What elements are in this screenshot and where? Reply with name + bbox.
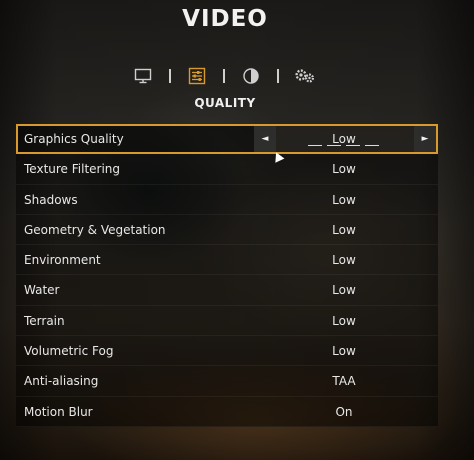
setting-label: Volumetric Fog (24, 344, 114, 359)
chevron-right-icon: ► (421, 134, 429, 145)
setting-value: Low (332, 162, 356, 177)
tab-quality[interactable] (186, 65, 208, 87)
monitor-icon (134, 68, 152, 84)
setting-row-water[interactable]: Water Low (16, 275, 438, 306)
setting-label: Anti-aliasing (24, 374, 99, 389)
setting-value: Low (332, 222, 356, 237)
setting-value: On (335, 404, 353, 419)
previous-option-button[interactable]: ◄ (254, 126, 276, 153)
setting-row-graphics-quality[interactable]: Graphics Quality ◄ Low ► (16, 124, 438, 155)
section-title: QUALITY (194, 96, 256, 110)
setting-value: Low (332, 253, 356, 268)
tab-display-adjustments[interactable] (240, 65, 262, 87)
setting-label: Motion Blur (24, 404, 93, 419)
setting-row-shadows[interactable]: Shadows Low (16, 184, 438, 215)
quality-sliders-icon (188, 67, 206, 85)
setting-label: Geometry & Vegetation (24, 222, 166, 237)
tab-divider (169, 69, 171, 83)
tab-display[interactable] (132, 65, 154, 87)
setting-label: Shadows (24, 192, 78, 207)
setting-row-texture-filtering[interactable]: Texture Filtering Low (16, 154, 438, 185)
tab-advanced[interactable] (294, 65, 316, 87)
setting-label: Water (24, 283, 60, 298)
tab-divider (277, 69, 279, 83)
gears-icon (295, 69, 315, 83)
setting-row-terrain[interactable]: Terrain Low (16, 305, 438, 337)
setting-row-geometry-vegetation[interactable]: Geometry & Vegetation Low (16, 214, 438, 246)
setting-row-anti-aliasing[interactable]: Anti-aliasing TAA (16, 366, 438, 397)
option-indicator (308, 145, 384, 146)
setting-label: Texture Filtering (24, 162, 121, 177)
setting-value: Low (332, 313, 356, 328)
setting-label: Terrain (24, 313, 65, 328)
setting-value: Low (332, 132, 356, 146)
settings-tab-bar (132, 63, 332, 89)
chevron-left-icon: ◄ (261, 134, 269, 145)
setting-value: TAA (332, 374, 356, 389)
page-title: VIDEO (182, 6, 268, 32)
setting-value: Low (332, 283, 356, 298)
setting-row-motion-blur[interactable]: Motion Blur On (16, 396, 438, 427)
next-option-button[interactable]: ► (414, 126, 436, 153)
setting-row-environment[interactable]: Environment Low (16, 245, 438, 276)
setting-label: Graphics Quality (24, 132, 124, 146)
contrast-icon (243, 68, 259, 84)
tab-divider (223, 69, 225, 83)
setting-value: Low (332, 192, 356, 207)
settings-list: Graphics Quality ◄ Low ► Texture Filteri… (16, 124, 438, 427)
setting-value: Low (332, 344, 356, 359)
setting-row-volumetric-fog[interactable]: Volumetric Fog Low (16, 336, 438, 367)
setting-label: Environment (24, 253, 101, 268)
